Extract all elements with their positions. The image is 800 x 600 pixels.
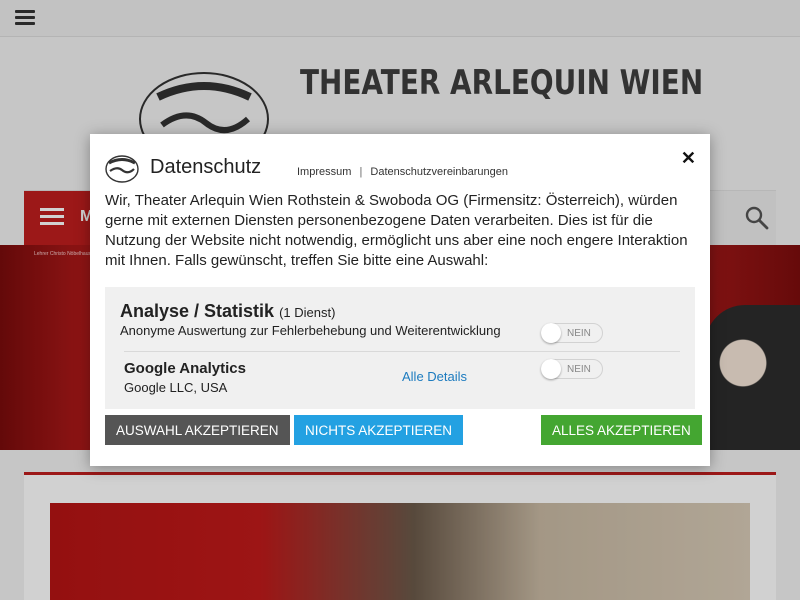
close-icon[interactable]: ✕	[681, 148, 696, 169]
dialog-links: Impressum | Datenschutzvereinbarungen	[297, 166, 508, 178]
service-company: Google LLC, USA	[124, 380, 228, 395]
dialog-title: Datenschutz	[150, 156, 262, 178]
accept-all-button[interactable]: ALLES AKZEPTIEREN	[541, 415, 702, 445]
purpose-panel: Analyse / Statistik (1 Dienst) Anonyme A…	[105, 287, 695, 409]
impressum-link[interactable]: Impressum	[297, 166, 351, 178]
theater-logo	[105, 155, 139, 183]
toggle-label: NEIN	[567, 364, 591, 375]
toggle-label: NEIN	[567, 328, 591, 339]
decline-all-button[interactable]: NICHTS AKZEPTIEREN	[294, 415, 464, 445]
category-title[interactable]: Analyse / Statistik (1 Dienst)	[120, 301, 335, 322]
category-count: (1 Dienst)	[279, 305, 336, 320]
toggle-knob	[541, 359, 561, 379]
category-toggle[interactable]: NEIN	[541, 323, 603, 343]
toggle-knob	[541, 323, 561, 343]
privacy-dialog: Datenschutz Impressum | Datenschutzverei…	[90, 134, 710, 466]
dialog-description: Wir, Theater Arlequin Wien Rothstein & S…	[105, 192, 688, 269]
category-description: Anonyme Auswertung zur Fehlerbehebung un…	[120, 323, 501, 338]
link-separator: |	[359, 166, 363, 178]
category-name: Analyse / Statistik	[120, 301, 275, 321]
service-name: Google Analytics	[124, 360, 246, 377]
service-row: Google Analytics Google LLC, USA Alle De…	[124, 351, 680, 405]
privacy-policy-link[interactable]: Datenschutzvereinbarungen	[370, 166, 508, 178]
service-toggle[interactable]: NEIN	[541, 359, 603, 379]
all-details-link[interactable]: Alle Details	[402, 369, 467, 384]
accept-selection-button[interactable]: AUSWAHL AKZEPTIEREN	[105, 415, 290, 445]
